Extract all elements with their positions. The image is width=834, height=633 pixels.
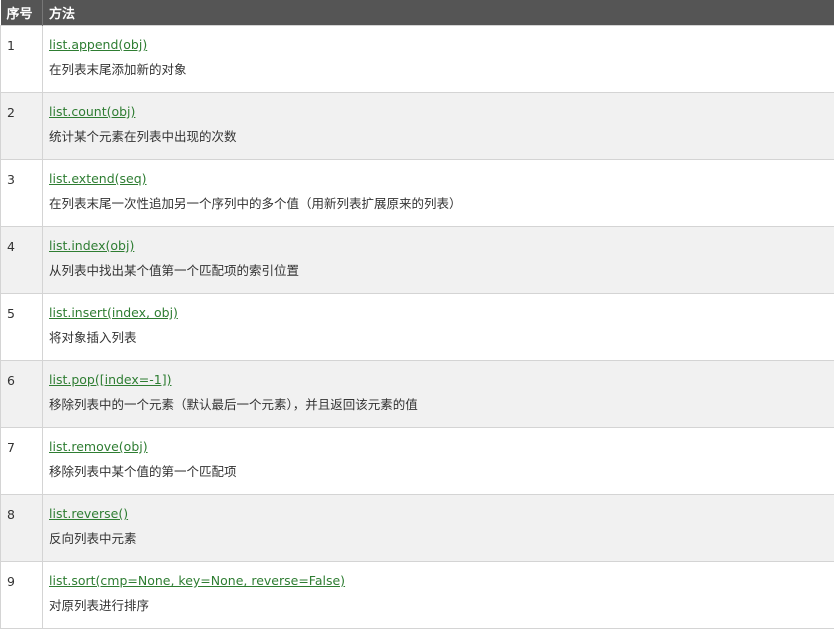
row-number: 4 xyxy=(0,226,43,294)
method-cell: list.pop([index=-1]) 移除列表中的一个元素（默认最后一个元素… xyxy=(42,360,834,428)
method-description: 对原列表进行排序 xyxy=(49,598,150,613)
header-row: 序号 方法 xyxy=(0,0,834,26)
method-link[interactable]: list.append(obj) xyxy=(49,37,147,53)
method-link[interactable]: list.pop([index=-1]) xyxy=(49,372,172,388)
method-link[interactable]: list.sort(cmp=None, key=None, reverse=Fa… xyxy=(49,573,345,589)
table-row: 8 list.reverse() 反向列表中元素 xyxy=(0,494,834,562)
method-link[interactable]: list.reverse() xyxy=(49,506,128,522)
table-body: 1 list.append(obj) 在列表末尾添加新的对象 2 list.co… xyxy=(0,25,834,629)
header-method: 方法 xyxy=(42,0,834,26)
method-description: 将对象插入列表 xyxy=(49,330,137,345)
method-cell: list.insert(index, obj) 将对象插入列表 xyxy=(42,293,834,361)
method-description: 移除列表中的一个元素（默认最后一个元素），并且返回该元素的值 xyxy=(49,397,418,412)
row-number: 1 xyxy=(0,25,43,93)
method-link[interactable]: list.count(obj) xyxy=(49,104,135,120)
method-description: 在列表末尾一次性追加另一个序列中的多个值（用新列表扩展原来的列表） xyxy=(49,196,462,211)
row-number: 7 xyxy=(0,427,43,495)
table-row: 7 list.remove(obj) 移除列表中某个值的第一个匹配项 xyxy=(0,427,834,495)
method-cell: list.extend(seq) 在列表末尾一次性追加另一个序列中的多个值（用新… xyxy=(42,159,834,227)
header-num: 序号 xyxy=(0,0,43,26)
method-description: 反向列表中元素 xyxy=(49,531,137,546)
table-row: 1 list.append(obj) 在列表末尾添加新的对象 xyxy=(0,25,834,93)
row-number: 9 xyxy=(0,561,43,629)
table-row: 2 list.count(obj) 统计某个元素在列表中出现的次数 xyxy=(0,92,834,160)
row-number: 5 xyxy=(0,293,43,361)
method-link[interactable]: list.remove(obj) xyxy=(49,439,148,455)
method-cell: list.append(obj) 在列表末尾添加新的对象 xyxy=(42,25,834,93)
method-link[interactable]: list.insert(index, obj) xyxy=(49,305,178,321)
row-number: 2 xyxy=(0,92,43,160)
table-row: 5 list.insert(index, obj) 将对象插入列表 xyxy=(0,293,834,361)
table-row: 9 list.sort(cmp=None, key=None, reverse=… xyxy=(0,561,834,629)
method-cell: list.index(obj) 从列表中找出某个值第一个匹配项的索引位置 xyxy=(42,226,834,294)
method-cell: list.count(obj) 统计某个元素在列表中出现的次数 xyxy=(42,92,834,160)
row-number: 6 xyxy=(0,360,43,428)
method-cell: list.sort(cmp=None, key=None, reverse=Fa… xyxy=(42,561,834,629)
table-row: 4 list.index(obj) 从列表中找出某个值第一个匹配项的索引位置 xyxy=(0,226,834,294)
row-number: 3 xyxy=(0,159,43,227)
method-description: 在列表末尾添加新的对象 xyxy=(49,62,187,77)
method-description: 从列表中找出某个值第一个匹配项的索引位置 xyxy=(49,263,300,278)
method-link[interactable]: list.index(obj) xyxy=(49,238,134,254)
method-link[interactable]: list.extend(seq) xyxy=(49,171,147,187)
method-description: 移除列表中某个值的第一个匹配项 xyxy=(49,464,237,479)
methods-table: 序号 方法 1 list.append(obj) 在列表末尾添加新的对象 2 l… xyxy=(0,0,834,629)
table-row: 6 list.pop([index=-1]) 移除列表中的一个元素（默认最后一个… xyxy=(0,360,834,428)
method-cell: list.remove(obj) 移除列表中某个值的第一个匹配项 xyxy=(42,427,834,495)
table-header: 序号 方法 xyxy=(0,0,834,26)
method-description: 统计某个元素在列表中出现的次数 xyxy=(49,129,237,144)
method-cell: list.reverse() 反向列表中元素 xyxy=(42,494,834,562)
table-row: 3 list.extend(seq) 在列表末尾一次性追加另一个序列中的多个值（… xyxy=(0,159,834,227)
row-number: 8 xyxy=(0,494,43,562)
